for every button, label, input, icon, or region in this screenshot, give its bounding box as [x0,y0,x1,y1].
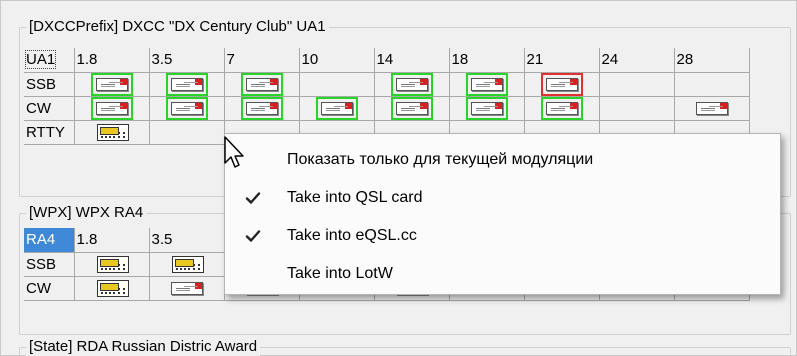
grid-cell[interactable] [299,96,375,121]
grid-cell[interactable] [674,72,750,97]
grid-cell[interactable] [224,96,300,121]
band-header-14: 14 [374,48,450,73]
grid-cell[interactable] [149,96,225,121]
qsl-card-icon[interactable] [465,72,508,95]
qsl-card-icon[interactable] [165,96,208,119]
grid-cell[interactable] [149,252,225,277]
band-header-18: 18 [449,48,525,73]
rda-group: [State] RDA Russian Distric Award [19,338,791,356]
checkmark-icon [245,190,261,206]
qsl-card-icon[interactable] [390,96,433,119]
awards-panel: [DXCCPrefix] DXCC "DX Century Club" UA1 … [0,0,797,356]
grid-cell[interactable] [74,72,150,97]
mode-label-cw: CW [24,96,75,121]
grid-cell[interactable] [524,96,600,121]
radio-icon[interactable] [97,123,129,141]
band-header-21: 21 [524,48,600,73]
qsl-card-icon[interactable] [240,96,283,119]
grid-cell[interactable] [599,96,675,121]
grid-cell[interactable] [449,72,525,97]
qsl-card-icon[interactable] [390,72,433,95]
rda-group-title: [State] RDA Russian Distric Award [26,338,261,356]
grid-cell[interactable] [374,96,450,121]
mouse-pointer-icon [223,135,247,171]
grid-cell[interactable] [149,120,225,145]
band-header-7: 7 [224,48,300,73]
qsl-card-icon[interactable] [465,96,508,119]
grid-cell[interactable] [224,72,300,97]
dxcc-header-row: UA1 1.8 3.5 7 10 14 18 21 24 28 [24,48,750,73]
dxcc-row-cw: CW [24,96,750,121]
band-header-28: 28 [674,48,750,73]
qsl-card-icon[interactable] [315,96,358,119]
mode-label-ssb: SSB [24,72,75,97]
grid-cell[interactable] [74,120,150,145]
checkmark-icon [245,228,261,244]
grid-cell[interactable] [74,252,150,277]
wpx-prefix-cell[interactable]: RA4 [24,228,75,253]
grid-cell[interactable] [149,72,225,97]
menu-item-take-lotw[interactable]: Take into LotW [225,256,780,292]
dxcc-row-ssb: SSB [24,72,750,97]
wpx-group-title: [WPX] WPX RA4 [26,204,147,222]
mode-label-ssb: SSB [24,252,75,277]
grid-cell[interactable] [674,96,750,121]
mode-label-rtty: RTTY [24,120,75,145]
dxcc-band-grid: UA1 1.8 3.5 7 10 14 18 21 24 28 SSB CW R… [24,48,750,145]
qsl-card-icon[interactable] [691,97,733,120]
menu-item-take-eqsl[interactable]: Take into eQSL.cc [225,218,780,254]
grid-cell[interactable] [524,72,600,97]
band-header-1.8: 1.8 [74,228,150,253]
dxcc-group-title: [DXCCPrefix] DXCC "DX Century Club" UA1 [26,18,329,36]
radio-icon[interactable] [97,279,129,297]
radio-icon[interactable] [172,255,204,273]
qsl-card-icon[interactable] [165,72,208,95]
band-header-3.5: 3.5 [149,228,225,253]
qsl-card-icon[interactable] [540,72,583,95]
grid-cell[interactable] [599,72,675,97]
qsl-card-icon[interactable] [166,277,208,300]
menu-item-take-qsl-card[interactable]: Take into QSL card [225,180,780,216]
dxcc-prefix-cell[interactable]: UA1 [24,48,75,73]
menu-item-current-mode-only[interactable]: Показать только для текущей модуляции [225,142,780,178]
grid-cell[interactable] [74,96,150,121]
band-header-1.8: 1.8 [74,48,150,73]
band-header-24: 24 [599,48,675,73]
qsl-card-icon[interactable] [90,72,133,95]
grid-cell[interactable] [449,96,525,121]
mode-label-cw: CW [24,276,75,301]
grid-cell[interactable] [74,276,150,301]
grid-cell[interactable] [374,72,450,97]
qsl-card-icon[interactable] [540,96,583,119]
grid-cell[interactable] [299,72,375,97]
qsl-card-icon[interactable] [90,96,133,119]
grid-cell[interactable] [149,276,225,301]
qsl-card-icon[interactable] [240,72,283,95]
radio-icon[interactable] [97,255,129,273]
band-header-3.5: 3.5 [149,48,225,73]
band-header-10: 10 [299,48,375,73]
context-menu: Показать только для текущей модуляции Ta… [224,133,781,295]
